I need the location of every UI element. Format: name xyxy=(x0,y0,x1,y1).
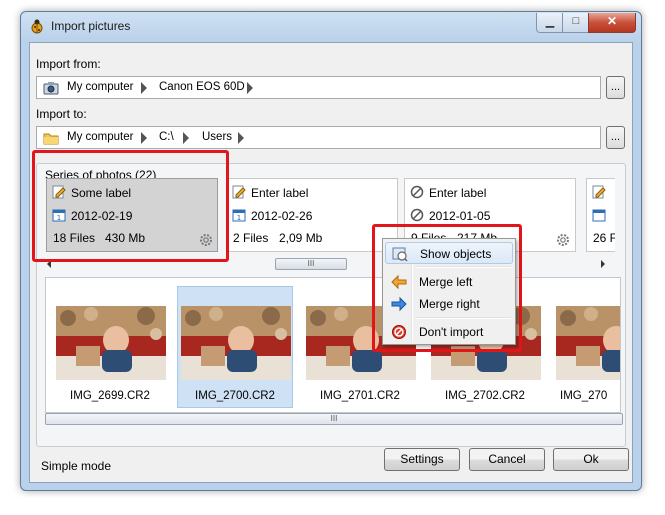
calendar-icon: 1 xyxy=(232,209,246,222)
breadcrumb-separator-icon[interactable] xyxy=(141,82,147,94)
camera-icon xyxy=(43,82,59,95)
import-to-browse-button[interactable]: ... xyxy=(606,126,625,149)
excluded-icon xyxy=(410,185,424,199)
import-to-label: Import to: xyxy=(36,107,87,121)
menu-separator xyxy=(415,317,511,319)
simple-mode-link[interactable]: Simple mode xyxy=(41,459,111,473)
edit-label-icon xyxy=(232,185,246,199)
import-from-browse-button[interactable]: ... xyxy=(606,76,625,99)
menu-item-label: Don't import xyxy=(419,325,484,339)
breadcrumb-item[interactable]: My computer xyxy=(67,81,133,93)
folder-icon xyxy=(43,133,59,145)
photo-image xyxy=(181,306,291,380)
photo-image xyxy=(56,306,166,380)
photo-filename: IMG_2702.CR2 xyxy=(445,390,525,402)
arrow-right-icon xyxy=(391,296,407,312)
window-title: Import pictures xyxy=(51,19,131,33)
breadcrumb-item[interactable]: Users xyxy=(202,131,232,143)
series-card-size: 2,09 Mb xyxy=(279,231,323,245)
minimize-icon: ▁ xyxy=(545,16,555,28)
import-to-path[interactable]: My computer C:\ Users xyxy=(36,126,601,149)
series-card-label[interactable]: Enter label xyxy=(251,186,308,200)
series-card-label[interactable]: Enter label xyxy=(429,186,486,200)
minimize-button[interactable]: ▁ xyxy=(536,13,564,33)
menu-separator xyxy=(415,266,511,268)
show-objects-icon xyxy=(392,247,408,262)
bug-app-icon xyxy=(31,19,43,34)
series-card-date: 2012-01-05 xyxy=(429,209,491,223)
series-card-date: 2012-02-26 xyxy=(251,209,313,223)
no-entry-icon xyxy=(392,325,406,339)
maximize-button[interactable]: □ xyxy=(562,13,590,33)
photo-thumbnail[interactable]: IMG_2700.CR2 xyxy=(177,286,293,408)
ok-button[interactable]: Ok xyxy=(553,448,629,471)
breadcrumb-item[interactable]: C:\ xyxy=(159,131,174,143)
maximize-icon: □ xyxy=(572,15,580,27)
series-card-files: 2 Files xyxy=(233,231,269,245)
breadcrumb-separator-icon[interactable] xyxy=(141,132,147,144)
breadcrumb-item[interactable]: Canon EOS 60D xyxy=(159,81,245,93)
photo-filename: IMG_2701.CR2 xyxy=(320,390,400,402)
import-from-path[interactable]: My computer Canon EOS 60D xyxy=(36,76,601,99)
thumbnails-panel: IMG_2699.CR2 IMG_2700.CR2 IMG_2701.CR2 I… xyxy=(45,277,621,413)
import-from-label: Import from: xyxy=(36,57,101,71)
photo-image xyxy=(556,306,620,380)
title-bar[interactable]: Import pictures ▁ □ ✕ xyxy=(21,12,641,40)
breadcrumb-separator-icon[interactable] xyxy=(238,132,244,144)
thumbnails-scroll-thumb[interactable]: III xyxy=(45,413,623,425)
thumbnails-scrollbar[interactable]: III xyxy=(45,413,623,425)
context-menu: Show objects Merge left Merge right Don'… xyxy=(382,238,516,345)
menu-item-merge-left[interactable]: Merge left xyxy=(385,271,513,293)
breadcrumb-separator-icon[interactable] xyxy=(247,82,253,94)
menu-item-label: Merge left xyxy=(419,275,473,289)
photo-filename: IMG_270 xyxy=(560,390,608,402)
breadcrumb-separator-icon[interactable] xyxy=(183,132,189,144)
close-button[interactable]: ✕ xyxy=(588,13,636,33)
gear-icon[interactable] xyxy=(556,233,570,247)
menu-item-merge-right[interactable]: Merge right xyxy=(385,293,513,315)
settings-button[interactable]: Settings xyxy=(384,448,460,471)
photo-thumbnail[interactable]: IMG_2699.CR2 xyxy=(52,286,168,408)
photo-thumbnail[interactable]: IMG_270 xyxy=(552,286,620,408)
breadcrumb-item[interactable]: My computer xyxy=(67,131,133,143)
photo-filename: IMG_2700.CR2 xyxy=(195,390,275,402)
edit-label-icon xyxy=(592,185,606,199)
photo-filename: IMG_2699.CR2 xyxy=(70,390,150,402)
menu-item-label: Show objects xyxy=(420,247,492,261)
annotation-highlight-series xyxy=(32,150,229,262)
arrow-left-icon xyxy=(391,274,407,290)
cancel-button[interactable]: Cancel xyxy=(469,448,545,471)
menu-item-dont-import[interactable]: Don't import xyxy=(385,321,513,343)
excluded-icon xyxy=(410,208,424,222)
menu-item-show-objects[interactable]: Show objects xyxy=(385,242,513,264)
series-card[interactable]: 26 F xyxy=(586,178,615,252)
series-card-files: 26 F xyxy=(593,231,615,245)
scroll-right-icon[interactable] xyxy=(601,260,605,268)
svg-text:1: 1 xyxy=(237,214,241,222)
close-icon: ✕ xyxy=(606,14,618,28)
calendar-icon xyxy=(592,209,606,222)
series-scroll-thumb[interactable]: III xyxy=(275,258,347,270)
menu-item-label: Merge right xyxy=(419,297,480,311)
